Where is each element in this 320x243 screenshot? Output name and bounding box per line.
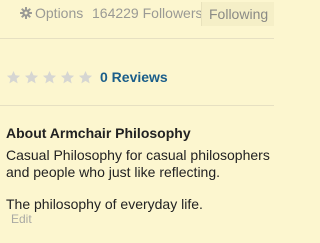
divider-middle [0, 105, 274, 106]
star-icon[interactable] [24, 70, 39, 85]
rating-row: 0 Reviews [6, 67, 168, 87]
about-description-line-2: and people who just like reflecting. [6, 164, 221, 180]
options-label: Options [35, 5, 84, 21]
gear-icon [20, 7, 32, 19]
star-icon[interactable] [78, 70, 93, 85]
about-description-line-1: Casual Philosophy for casual philosopher… [6, 147, 270, 163]
star-icon[interactable] [6, 70, 21, 85]
options-button[interactable]: Options [20, 5, 83, 21]
header-bar: Options 164229 Followers Following [0, 0, 274, 30]
star-rating[interactable] [6, 70, 96, 85]
star-icon[interactable] [42, 70, 57, 85]
edit-link[interactable]: Edit [11, 212, 32, 226]
following-button[interactable]: Following [201, 2, 274, 26]
divider-top [0, 38, 274, 39]
reviews-link[interactable]: 0 Reviews [100, 69, 168, 85]
about-description-line-3: The philosophy of everyday life. [6, 196, 203, 212]
about-title: About Armchair Philosophy [6, 125, 191, 141]
followers-count: 164229 Followers [92, 5, 203, 21]
star-icon[interactable] [60, 70, 75, 85]
